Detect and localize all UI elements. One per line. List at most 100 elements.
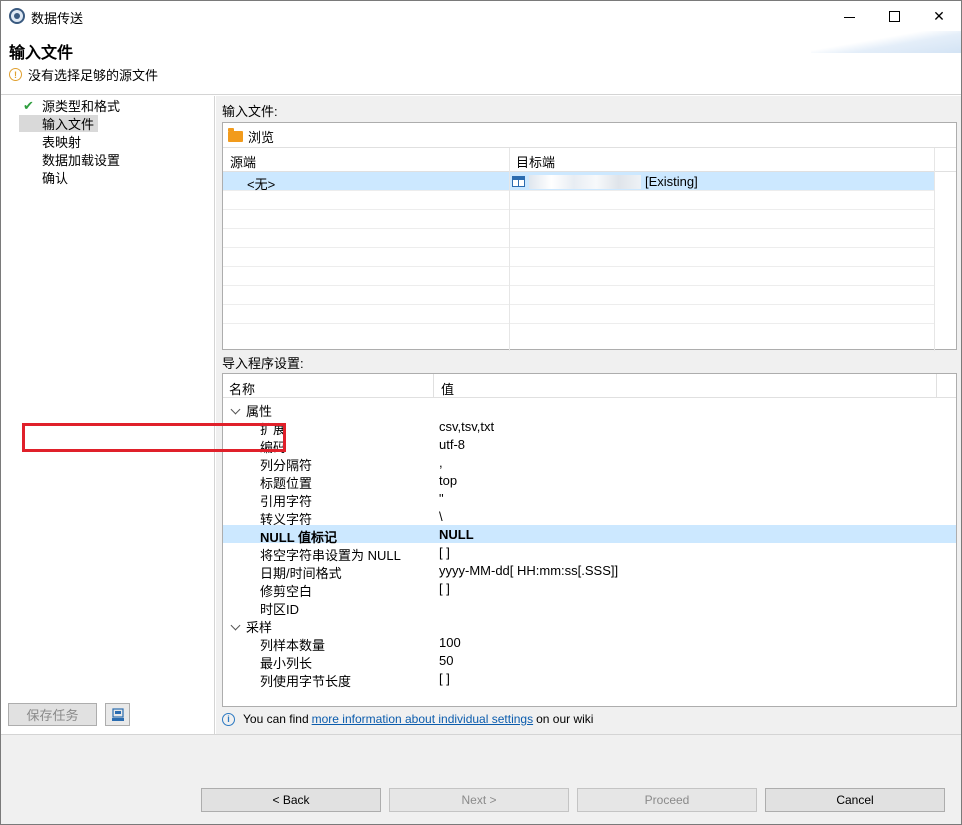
property-value[interactable]: NULL [439, 527, 474, 542]
info-line: i You can find more information about in… [222, 712, 593, 726]
back-button[interactable]: < Back [201, 788, 381, 812]
cancel-button[interactable]: Cancel [765, 788, 945, 812]
files-mapping-table: 源端 目标端 <无> [Existing] [223, 147, 956, 351]
table-row [223, 248, 935, 267]
table-row [223, 210, 935, 229]
title-bar: 数据传送 ✕ [1, 1, 961, 31]
importer-settings-panel: 名称 值 属性 扩展 csv,tsv,txt 编码 utf-8 列分隔符 , 标… [222, 373, 957, 707]
table-row [223, 229, 935, 248]
save-task-button[interactable]: 保存任务 [8, 703, 97, 726]
column-header-name[interactable]: 名称 [229, 379, 255, 398]
folder-icon [228, 128, 243, 142]
group-row-sampling[interactable]: 采样 [223, 615, 956, 635]
table-row [223, 267, 935, 286]
wizard-content: 输入文件: 浏览 源端 目标端 <无> [Existing] 导入程序设置: 名… [216, 96, 961, 734]
maximize-icon [888, 10, 900, 22]
nav-item-label: 确认 [42, 171, 69, 186]
column-header-target[interactable]: 目标端 [516, 152, 555, 171]
browse-label: 浏览 [248, 130, 275, 145]
property-value: \ [439, 509, 443, 524]
property-row[interactable]: 列使用字节长度 [ ] [223, 669, 956, 689]
target-status: [Existing] [645, 174, 698, 189]
nav-item-load-settings[interactable]: 数据加载设置 [19, 151, 124, 168]
chevron-down-icon [230, 620, 241, 630]
property-row[interactable]: 扩展 csv,tsv,txt [223, 417, 956, 437]
property-value: [ ] [439, 671, 450, 686]
redacted-table-name [529, 174, 641, 189]
property-row[interactable]: 将空字符串设置为 NULL [ ] [223, 543, 956, 563]
column-divider[interactable] [934, 148, 935, 351]
property-row[interactable]: 列样本数量 100 [223, 633, 956, 653]
info-suffix: on our wiki [536, 712, 594, 726]
close-button[interactable]: ✕ [916, 1, 962, 31]
column-divider[interactable] [936, 374, 937, 398]
property-row[interactable]: 修剪空白 [ ] [223, 579, 956, 599]
nav-item-label: 源类型和格式 [42, 99, 121, 114]
property-value: csv,tsv,txt [439, 419, 495, 434]
header-message: ! 没有选择足够的源文件 [9, 65, 158, 84]
table-row [223, 305, 935, 324]
property-value: top [439, 473, 458, 488]
wiki-settings-link[interactable]: more information about individual settin… [312, 712, 533, 726]
nav-item-label: 表映射 [42, 135, 82, 150]
header-message-text: 没有选择足够的源文件 [28, 68, 159, 83]
table-row [223, 286, 935, 305]
property-row[interactable]: 引用字符 " [223, 489, 956, 509]
property-value: utf-8 [439, 437, 466, 452]
table-icon [512, 176, 525, 187]
property-row[interactable]: 最小列长 50 [223, 651, 956, 671]
task-config-icon [111, 707, 124, 721]
nav-item-confirm[interactable]: 确认 [19, 169, 72, 186]
property-name: 列使用字节长度 [260, 674, 352, 689]
column-header-source[interactable]: 源端 [230, 152, 256, 171]
group-row-properties[interactable]: 属性 [223, 399, 956, 419]
info-prefix: You can find [243, 712, 309, 726]
wizard-button-bar: < Back Next > Proceed Cancel [1, 734, 961, 824]
property-row[interactable]: 日期/时间格式 yyyy-MM-dd[ HH:mm:ss[.SSS]] [223, 561, 956, 581]
nav-item-input-files[interactable]: 输入文件 [19, 115, 99, 132]
header-banner-graphic [811, 31, 961, 53]
minimize-icon [843, 16, 855, 18]
settings-header: 名称 值 [223, 374, 956, 398]
nav-item-source-type[interactable]: ✔ 源类型和格式 [19, 97, 124, 114]
browse-button[interactable]: 浏览 [228, 127, 274, 146]
nav-item-label: 数据加载设置 [42, 153, 121, 168]
column-header-value[interactable]: 值 [441, 379, 454, 398]
window-title: 数据传送 [31, 11, 84, 26]
input-files-panel: 浏览 源端 目标端 <无> [Existing] [222, 122, 957, 351]
property-row[interactable]: 编码 utf-8 [223, 435, 956, 455]
dbeaver-app-icon [9, 8, 25, 24]
importer-settings-section-label: 导入程序设置: [222, 356, 304, 371]
property-row[interactable]: 转义字符 \ [223, 507, 956, 527]
chevron-down-icon [230, 404, 241, 414]
minimize-button[interactable] [826, 1, 872, 31]
property-value: [ ] [439, 545, 450, 560]
info-icon: i [222, 712, 235, 726]
property-row[interactable]: 列分隔符 , [223, 453, 956, 473]
input-files-section-label: 输入文件: [222, 104, 278, 119]
column-divider[interactable] [509, 148, 510, 351]
nav-item-label: 输入文件 [42, 117, 95, 132]
wizard-header: 输入文件 ! 没有选择足够的源文件 [1, 31, 961, 95]
close-icon: ✕ [933, 7, 945, 24]
table-row[interactable]: <无> [Existing] [223, 172, 935, 192]
warning-icon: ! [9, 68, 22, 81]
property-value: [ ] [439, 581, 450, 596]
task-tool-button[interactable] [105, 703, 130, 726]
property-row[interactable]: 标题位置 top [223, 471, 956, 491]
check-icon: ✔ [23, 98, 34, 113]
nav-item-table-mapping[interactable]: 表映射 [19, 133, 85, 150]
property-row[interactable]: 时区ID [223, 597, 956, 617]
maximize-button[interactable] [871, 1, 917, 31]
wizard-steps-nav: ✔ 源类型和格式 输入文件 表映射 数据加载设置 确认 保存任务 [1, 96, 215, 734]
property-value: 50 [439, 653, 454, 668]
property-row-selected[interactable]: NULL 值标记 NULL [223, 525, 956, 545]
table-row [223, 191, 935, 210]
column-divider[interactable] [433, 374, 434, 398]
next-button[interactable]: Next > [389, 788, 569, 812]
property-value: " [439, 491, 444, 506]
data-transfer-window: 数据传送 ✕ 输入文件 ! 没有选择足够的源文件 ✔ 源类型和格式 输入文件 表… [0, 0, 962, 825]
table-header: 源端 目标端 [223, 148, 956, 172]
property-value: , [439, 455, 443, 470]
proceed-button[interactable]: Proceed [577, 788, 757, 812]
